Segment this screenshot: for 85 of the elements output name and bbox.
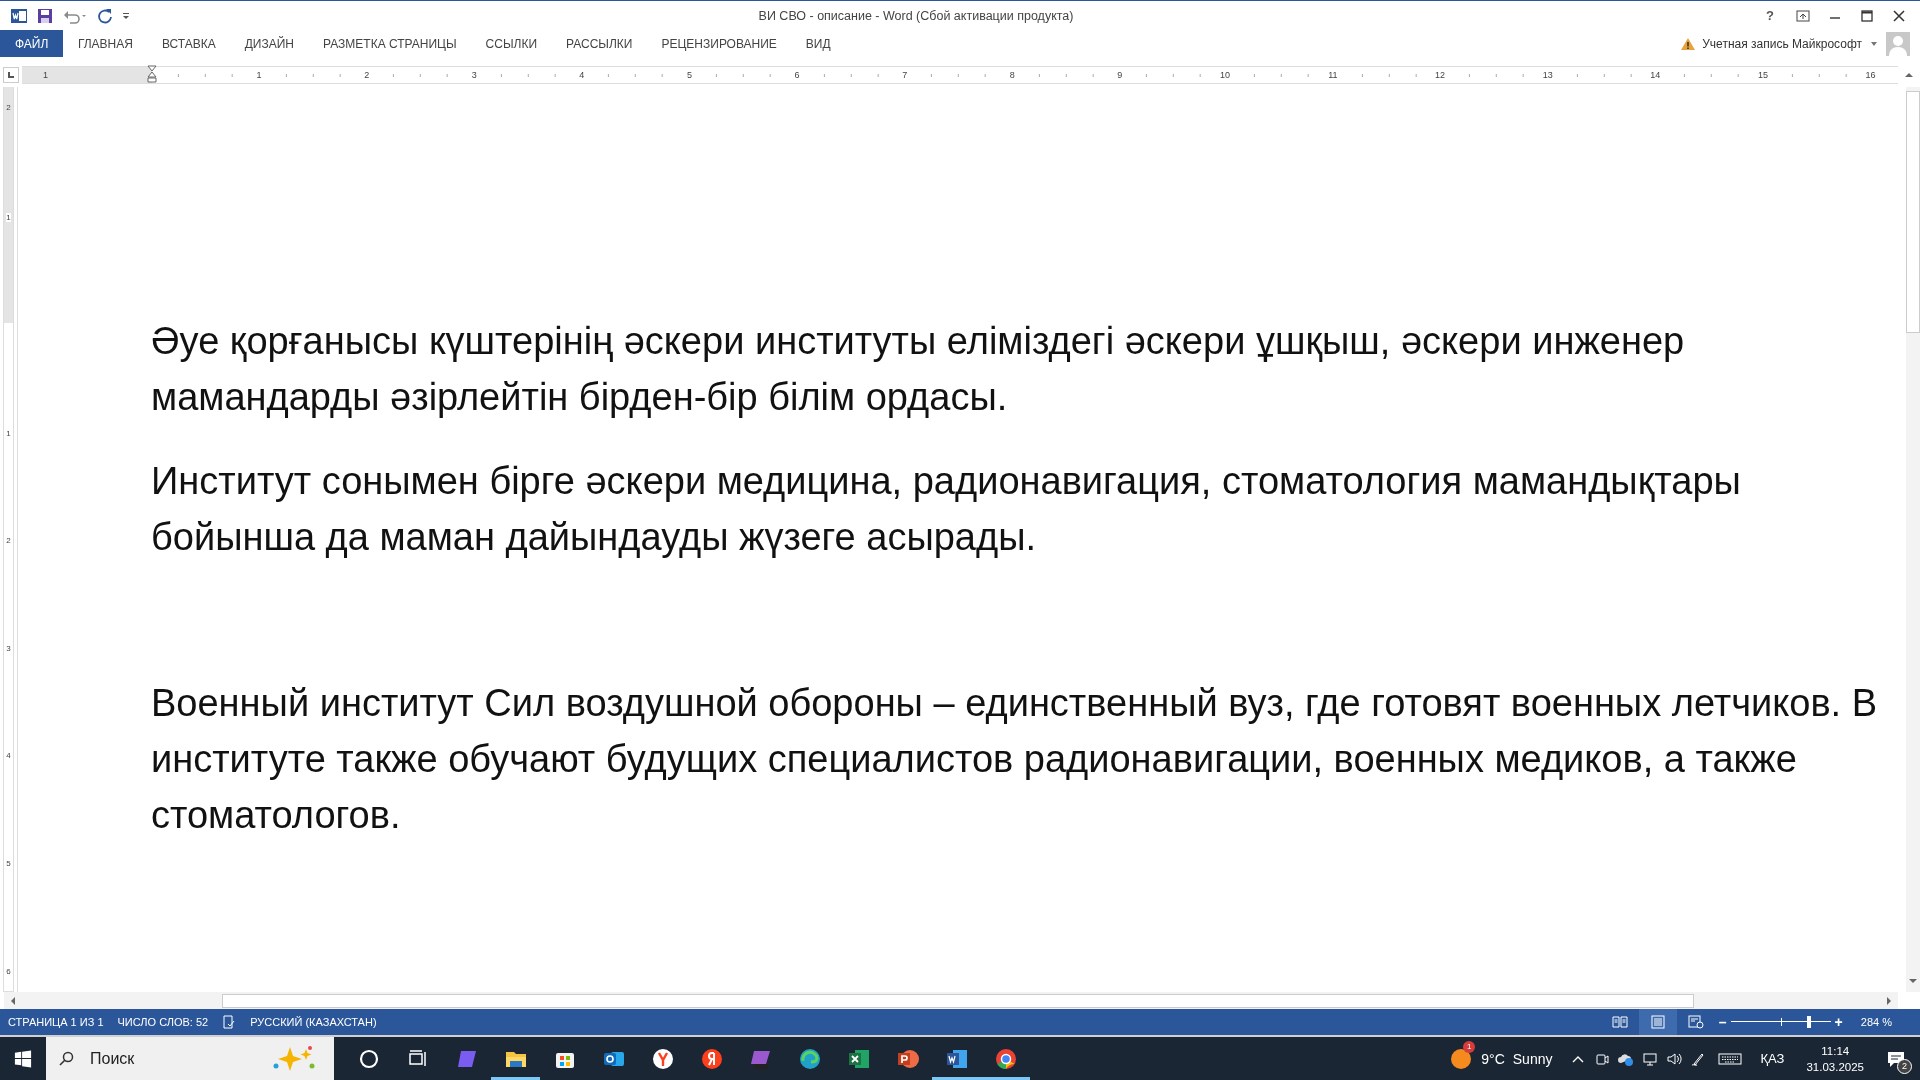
browser-icon [993, 1046, 1018, 1071]
ruler-number: 3 [470, 70, 478, 80]
ruler-number: 7 [901, 70, 909, 80]
save-icon[interactable] [36, 6, 54, 25]
ruler-number: 1 [255, 70, 263, 80]
ribbon-tab[interactable]: ВИД [791, 30, 846, 57]
ruler-number: 12 [1434, 70, 1447, 80]
search-input[interactable]: Поиск [88, 1048, 252, 1069]
keyboard-icon[interactable] [1718, 1050, 1743, 1067]
zoom-out-button[interactable]: – [1718, 1014, 1727, 1030]
ruler-number: 15 [1756, 70, 1769, 80]
scroll-down-icon[interactable] [1908, 976, 1918, 986]
ribbon-tab[interactable]: РАССЫЛКИ [551, 30, 647, 57]
ruler-number: 5 [685, 70, 693, 80]
indent-marker-icon[interactable] [147, 63, 157, 85]
start-icon[interactable] [14, 1049, 32, 1068]
window-title: ВИ СВО - описание - Word (Сбой активации продукта) [757, 8, 1075, 23]
web-layout-icon [1687, 1015, 1704, 1029]
ruler-number: 16 [1864, 70, 1877, 80]
repeat-icon[interactable] [96, 6, 114, 25]
read-mode-icon [1611, 1015, 1628, 1029]
zoom-slider[interactable] [1730, 1015, 1831, 1029]
weather-condition[interactable]: Sunny [1512, 1050, 1553, 1067]
scroll-up-icon[interactable] [1904, 70, 1914, 80]
browser-icon [699, 1046, 724, 1071]
vertical-scrollbar[interactable] [1906, 87, 1920, 992]
ribbon-tab[interactable]: ССЫЛКИ [471, 30, 552, 57]
zoom-level[interactable]: 284 % [1860, 1016, 1892, 1028]
customize-caret-icon[interactable] [122, 10, 130, 21]
ruler-number: 1 [42, 70, 49, 80]
ribbon-tab[interactable]: ДИЗАЙН [230, 30, 309, 57]
account-link[interactable]: Учетная запись Майкрософт [1702, 36, 1862, 51]
temperature[interactable]: 9°C [1481, 1050, 1505, 1067]
ruler-number: 6 [793, 70, 801, 80]
ruler-number: 13 [1541, 70, 1554, 80]
ruler-number: 2 [6, 536, 11, 546]
ribbon-display-icon[interactable] [1796, 9, 1810, 22]
search-icon [58, 1050, 74, 1067]
ruler-number: 1 [6, 213, 11, 222]
ruler-number: 9 [1116, 70, 1124, 80]
ruler-number: 4 [578, 70, 586, 80]
weather-sun-icon[interactable] [1449, 1046, 1474, 1071]
language-indicator[interactable]: РУССКИЙ (КАЗАХСТАН) [250, 1016, 377, 1028]
view-button[interactable] [1638, 1009, 1677, 1035]
help-button[interactable]: ? [1762, 8, 1778, 23]
volume-icon[interactable] [1666, 1050, 1683, 1067]
dropdown-caret-icon[interactable] [1870, 40, 1878, 47]
browser-icon [650, 1046, 675, 1071]
ruler-number: 8 [1008, 70, 1016, 80]
input-language[interactable]: ҚАЗ [1760, 1051, 1785, 1066]
search-field[interactable]: Поиск [46, 1037, 334, 1080]
page-count[interactable]: СТРАНИЦА 1 ИЗ 1 [8, 1016, 104, 1028]
scroll-right-icon[interactable] [1884, 995, 1894, 1006]
ruler-number: 10 [1218, 70, 1231, 80]
network-icon[interactable] [1642, 1050, 1659, 1067]
tab-selector[interactable] [3, 67, 19, 83]
word-logo-icon [10, 6, 28, 25]
proofing-icon[interactable] [222, 1015, 237, 1029]
clock-time[interactable]: 11:14 [1821, 1042, 1850, 1059]
ruler-number: 1 [6, 428, 11, 438]
ruler-number: 11 [1327, 70, 1339, 80]
clock-date[interactable]: 31.03.2025 [1806, 1058, 1864, 1075]
ruler-number: 4 [6, 751, 11, 761]
horizontal-scrollbar[interactable] [4, 992, 1898, 1009]
ruler-number: 2 [363, 70, 371, 80]
ruler-number: 2 [6, 103, 11, 112]
paragraph: Әуе қорғанысы күштерінің әскери институты еліміздегі әскери ұшқыш, әскери инженер мамандарды әзірлейтін бірден-бір білім ордасы. [151, 319, 1686, 420]
ribbon-tab[interactable]: ВСТАВКА [147, 30, 231, 57]
zoom-in-button[interactable]: + [1834, 1014, 1843, 1030]
ruler-number: 5 [6, 858, 11, 868]
paragraph: Институт сонымен бірге әскери медицина, радионавигация, стоматология мамандықтары бойынша да маман дайындауды жүзеге асырады. [151, 459, 1742, 560]
warning-icon [1680, 36, 1697, 51]
paragraph: Военный институт Сил воздушной обороны – единственный вуз, где готовят военных летчиков. В институте также обучают будущих специалистов радионавигации, военных медиков, а также стоматологов. [151, 681, 1879, 838]
ribbon-tab[interactable]: ГЛАВНАЯ [63, 30, 148, 57]
weather-badge: 1 [1463, 1040, 1476, 1053]
ribbon-tab[interactable]: РЕЦЕНЗИРОВАНИЕ [646, 30, 792, 57]
ruler-number: 6 [6, 966, 11, 976]
print-layout-icon [1649, 1015, 1666, 1029]
browser-icon [797, 1046, 822, 1071]
word-count[interactable]: ЧИСЛО СЛОВ: 52 [117, 1016, 209, 1028]
maximize-icon[interactable] [1860, 9, 1874, 22]
close-icon[interactable] [1892, 9, 1906, 22]
ruler-number: 14 [1649, 70, 1662, 80]
ruler-number: 3 [6, 643, 11, 653]
ribbon-tab[interactable]: РАЗМЕТКА СТРАНИЦЫ [308, 30, 472, 57]
